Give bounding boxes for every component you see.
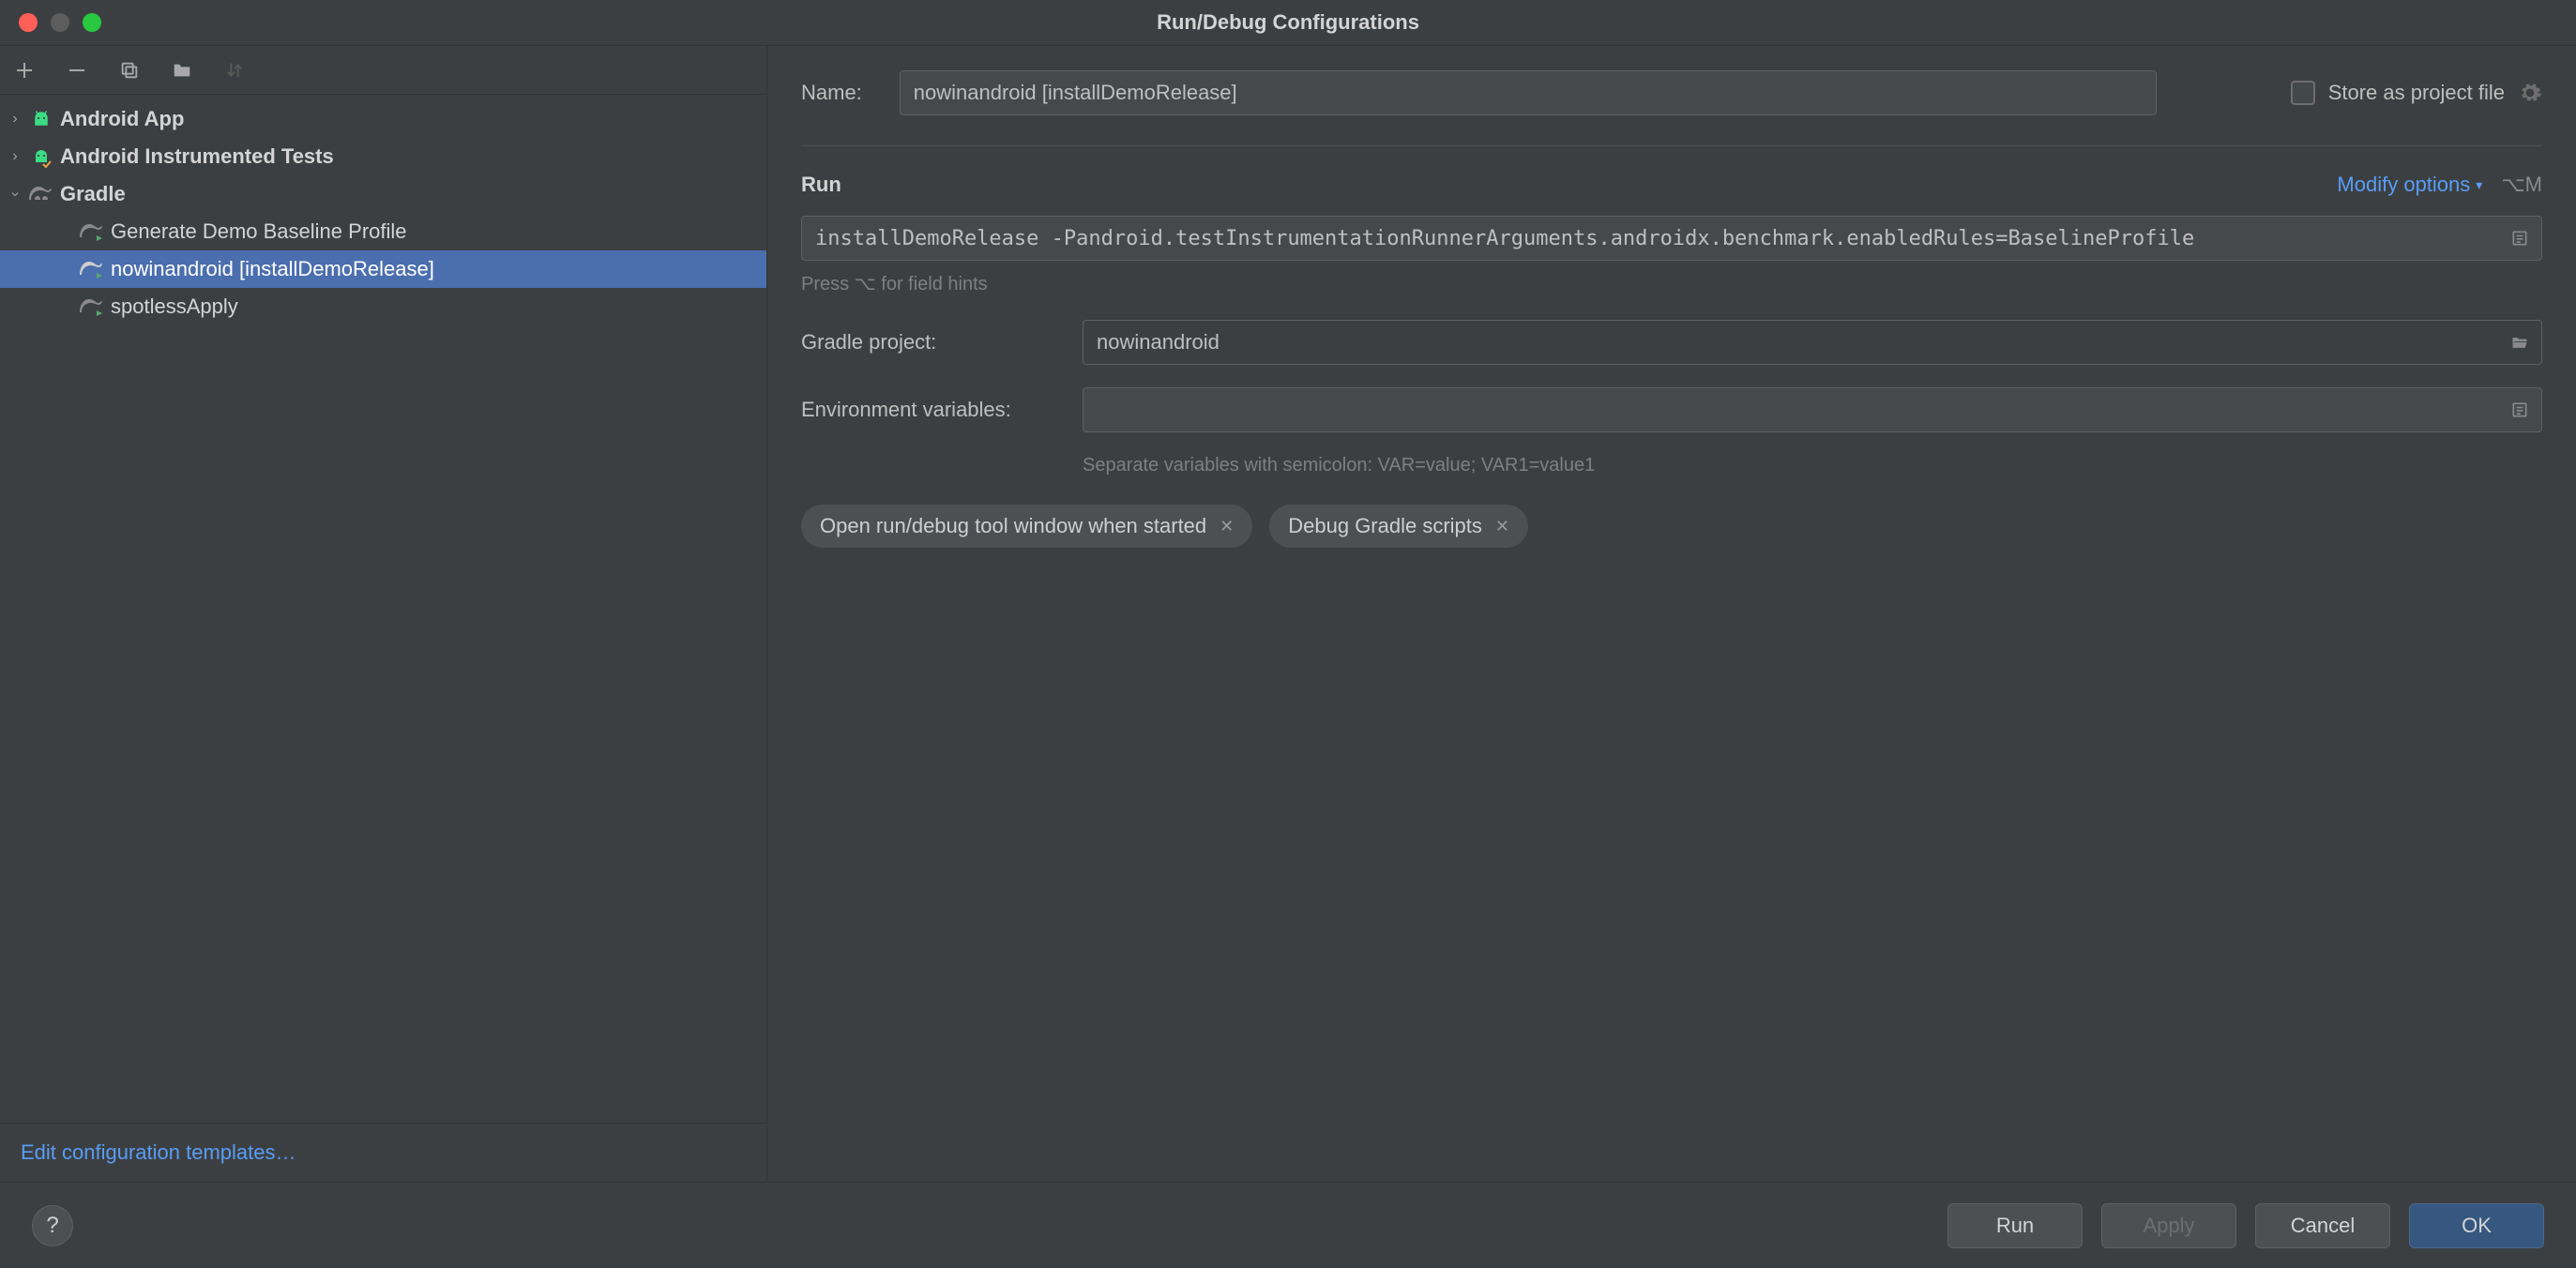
name-row: Name: Store as project file [801, 70, 2542, 115]
minimize-window-button[interactable] [51, 13, 69, 32]
cancel-button[interactable]: Cancel [2255, 1203, 2390, 1248]
gradle-project-label: Gradle project: [801, 330, 1083, 355]
gradle-run-icon [79, 219, 105, 245]
chip-label: Open run/debug tool window when started [820, 514, 1206, 538]
env-vars-input[interactable] [1083, 387, 2542, 432]
option-chips: Open run/debug tool window when started … [801, 505, 2542, 548]
modify-options-link[interactable]: Modify options ▾ [2337, 173, 2482, 197]
run-button[interactable]: Run [1947, 1203, 2083, 1248]
store-as-file-label: Store as project file [2328, 81, 2505, 105]
name-input[interactable] [900, 70, 2157, 115]
add-config-button[interactable] [11, 57, 38, 83]
folder-config-button[interactable] [169, 57, 195, 83]
chip-remove-icon[interactable]: ✕ [1495, 517, 1509, 536]
tree-label: nowinandroid [installDemoRelease] [111, 257, 434, 281]
left-footer: Edit configuration templates… [0, 1123, 766, 1182]
gradle-run-icon [79, 256, 105, 282]
list-icon[interactable] [2508, 399, 2531, 421]
env-vars-label: Environment variables: [801, 398, 1083, 422]
apply-button: Apply [2101, 1203, 2236, 1248]
tree-node-android-app[interactable]: › Android App [0, 100, 766, 138]
gradle-project-row: Gradle project: [801, 320, 2542, 365]
android-test-icon [28, 143, 54, 170]
run-section-title: Run [801, 173, 841, 197]
chip-debug-gradle[interactable]: Debug Gradle scripts ✕ [1269, 505, 1528, 548]
tree-node-generate-baseline[interactable]: Generate Demo Baseline Profile [0, 213, 766, 250]
copy-config-button[interactable] [116, 57, 143, 83]
help-button[interactable]: ? [32, 1205, 73, 1246]
modify-options-group: Modify options ▾ ⌥M [2337, 173, 2542, 197]
chip-open-tool-window[interactable]: Open run/debug tool window when started … [801, 505, 1252, 548]
left-panel: › Android App › Android Instrumented Tes… [0, 46, 767, 1182]
zoom-window-button[interactable] [83, 13, 101, 32]
window-controls [19, 13, 101, 32]
gradle-icon [28, 181, 54, 207]
expand-icon[interactable] [2508, 227, 2531, 249]
right-panel: Name: Store as project file Run Modify o… [767, 46, 2576, 1182]
chevron-down-icon: ▾ [2476, 177, 2482, 193]
env-vars-hint: Separate variables with semicolon: VAR=v… [1083, 455, 2542, 476]
gear-icon[interactable] [2518, 81, 2542, 105]
sort-config-button [221, 57, 248, 83]
gradle-run-icon [79, 294, 105, 320]
window-title: Run/Debug Configurations [1157, 10, 1419, 35]
close-window-button[interactable] [19, 13, 38, 32]
chevron-right-icon: › [8, 148, 23, 165]
tree-label: Android App [60, 107, 184, 131]
chip-remove-icon[interactable]: ✕ [1220, 517, 1234, 536]
chip-label: Debug Gradle scripts [1288, 514, 1482, 538]
ok-button[interactable]: OK [2409, 1203, 2544, 1248]
android-icon [28, 106, 54, 132]
bottom-bar: ? Run Apply Cancel OK [0, 1182, 2576, 1268]
config-toolbar [0, 46, 766, 95]
tree-label: Android Instrumented Tests [60, 144, 334, 169]
field-hint: Press ⌥ for field hints [801, 272, 2542, 295]
edit-templates-link[interactable]: Edit configuration templates… [21, 1140, 296, 1164]
run-section-header: Run Modify options ▾ ⌥M [801, 173, 2542, 197]
content: › Android App › Android Instrumented Tes… [0, 45, 2576, 1182]
tree-label: Generate Demo Baseline Profile [111, 219, 407, 244]
store-as-file-checkbox[interactable] [2291, 81, 2315, 105]
dialog-window: Run/Debug Configurations [0, 0, 2576, 1268]
chevron-down-icon: › [7, 187, 23, 202]
tree-node-android-tests[interactable]: › Android Instrumented Tests [0, 138, 766, 175]
name-label: Name: [801, 81, 862, 105]
tree-node-gradle[interactable]: › Gradle [0, 175, 766, 213]
store-as-file-group: Store as project file [2291, 81, 2542, 105]
divider [801, 145, 2542, 146]
env-vars-row: Environment variables: [801, 387, 2542, 432]
folder-open-icon[interactable] [2508, 331, 2531, 354]
tree-label: spotlessApply [111, 294, 238, 319]
modify-options-shortcut: ⌥M [2501, 173, 2542, 197]
command-input[interactable] [801, 216, 2542, 261]
remove-config-button[interactable] [64, 57, 90, 83]
config-tree[interactable]: › Android App › Android Instrumented Tes… [0, 95, 766, 1123]
command-input-wrap [801, 216, 2542, 261]
chevron-right-icon: › [8, 111, 23, 128]
gradle-project-input[interactable] [1083, 320, 2542, 365]
modify-options-label: Modify options [2337, 173, 2470, 197]
tree-label: Gradle [60, 182, 126, 206]
tree-node-spotless-apply[interactable]: spotlessApply [0, 288, 766, 325]
titlebar: Run/Debug Configurations [0, 0, 2576, 45]
tree-node-install-demo-release[interactable]: nowinandroid [installDemoRelease] [0, 250, 766, 288]
button-group: Run Apply Cancel OK [1947, 1203, 2544, 1248]
